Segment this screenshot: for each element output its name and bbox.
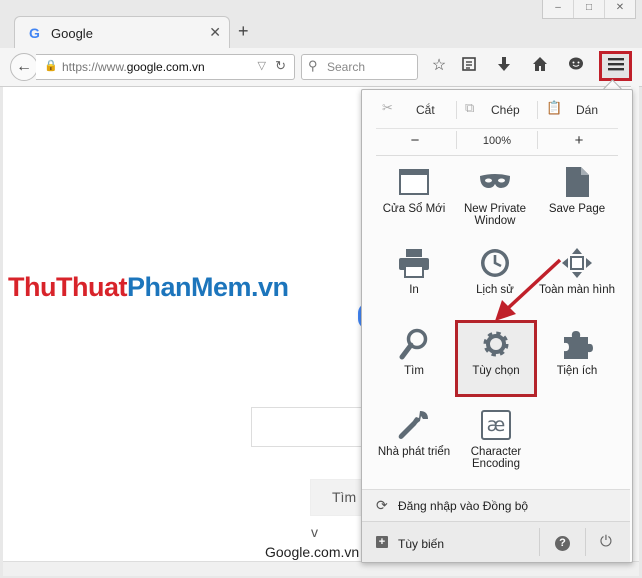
horizontal-scrollbar[interactable] [3, 561, 639, 576]
chat-icon[interactable] [565, 56, 587, 76]
menu-item-new-window[interactable]: Cửa Sổ Mới [374, 165, 454, 215]
save-page-icon [537, 165, 617, 199]
google-search-button[interactable]: Tìm v [310, 479, 366, 540]
search-icon: ⚲ [308, 58, 318, 73]
character-encoding-icon: æ [456, 408, 536, 442]
edit-controls: ✂ Cắt ⧉ Chép 📋 Dán [376, 99, 618, 121]
star-icon[interactable]: ☆ [428, 56, 450, 76]
url-text[interactable]: https://www.google.com.vn [62, 60, 205, 74]
menu-item-print[interactable]: In [374, 246, 454, 296]
customize-button[interactable]: Tùy biến [398, 537, 444, 551]
search-placeholder: Search [327, 60, 366, 74]
help-icon[interactable]: ? [555, 533, 570, 551]
menu-footer: + Tùy biến ? ⏻ [362, 521, 630, 562]
private-mask-icon [455, 165, 535, 199]
menu-item-private-window[interactable]: New Private Window [455, 165, 535, 227]
menu-item-addons[interactable]: Tiện ích [537, 327, 617, 377]
tab-title: Google [51, 26, 93, 41]
google-footer-text: Google.com.vn h [265, 544, 371, 560]
zoom-out-button[interactable]: − [376, 131, 454, 151]
close-tab-icon[interactable]: ✕ [209, 24, 221, 41]
copy-icon: ⧉ [465, 100, 475, 115]
zoom-controls: − 100% + [376, 128, 618, 151]
google-search-box[interactable] [251, 407, 364, 447]
reading-list-icon[interactable] [458, 56, 480, 76]
paste-button[interactable]: 📋 Dán [538, 99, 618, 121]
menu-divider [376, 155, 618, 156]
menu-item-developer[interactable]: Nhà phát triển [374, 408, 454, 458]
customize-plus-icon[interactable]: + [376, 536, 388, 548]
url-bar[interactable]: 🔒 https://www.google.com.vn ▽ ↻ [36, 54, 295, 80]
url-dropdown-icon[interactable]: ▽ [258, 59, 266, 72]
copy-button[interactable]: ⧉ Chép [457, 99, 537, 121]
addons-puzzle-icon [537, 327, 617, 361]
search-input[interactable]: ⚲ Search [301, 54, 418, 80]
maximize-button[interactable]: □ [573, 0, 604, 18]
paste-icon: 📋 [546, 100, 563, 115]
hamburger-icon [607, 58, 624, 71]
developer-wrench-icon [374, 408, 454, 442]
minimize-button[interactable]: ‒ [543, 0, 573, 18]
menu-item-options[interactable]: Tùy chọn [456, 327, 536, 377]
new-tab-button[interactable]: + [238, 21, 249, 42]
new-window-icon [374, 165, 454, 199]
power-quit-icon[interactable]: ⏻ [600, 533, 612, 550]
reload-icon[interactable]: ↻ [275, 58, 286, 74]
zoom-reset-button[interactable]: 100% [458, 131, 536, 151]
browser-tab[interactable]: G Google ✕ [14, 16, 230, 49]
google-favicon-icon: G [29, 25, 40, 41]
menu-item-character-encoding[interactable]: æ Character Encoding [456, 408, 536, 470]
menu-item-find[interactable]: Tìm [374, 327, 454, 377]
close-window-button[interactable]: ✕ [604, 0, 635, 18]
home-icon[interactable] [529, 56, 551, 76]
sync-icon: ⟳ [376, 497, 388, 513]
download-icon[interactable] [493, 56, 515, 76]
sync-signin-button[interactable]: ⟳ Đăng nhập vào Đồng bộ [362, 489, 630, 521]
lock-icon: 🔒 [44, 60, 58, 72]
menu-item-save-page[interactable]: Save Page [537, 165, 617, 215]
zoom-in-button[interactable]: + [540, 131, 618, 151]
find-magnifier-icon [374, 327, 454, 361]
cut-icon: ✂ [382, 100, 393, 115]
cut-button[interactable]: ✂ Cắt [376, 99, 456, 121]
window-controls: ‒ □ ✕ [542, 0, 636, 19]
watermark-logo: ThuThuatPhanMem.vn [8, 272, 289, 302]
options-gear-icon [456, 327, 536, 361]
open-menu-button[interactable] [599, 51, 632, 81]
back-button[interactable]: ← [10, 53, 38, 81]
annotation-arrow-icon [495, 258, 562, 321]
print-icon [374, 246, 454, 280]
